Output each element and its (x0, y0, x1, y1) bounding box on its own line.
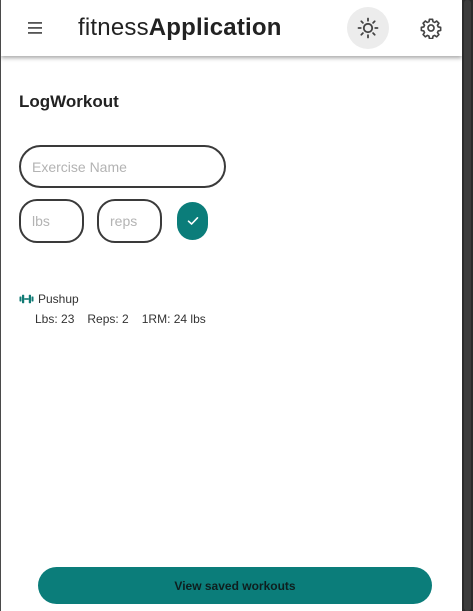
workout-stats: Lbs: 23 Reps: 2 1RM: 24 lbs (35, 312, 219, 326)
app-title-bold: Application (148, 14, 282, 41)
workout-entry-header: Pushup (19, 291, 219, 307)
workout-reps: Reps: 2 (87, 312, 129, 326)
view-saved-workouts-button[interactable]: View saved workouts (38, 567, 432, 604)
sun-icon (357, 17, 379, 39)
exercise-name-input[interactable] (19, 145, 226, 188)
lbs-input[interactable] (19, 199, 84, 243)
app-bar: fitnessApplication (1, 0, 462, 56)
scrollbar-thumb[interactable] (464, 0, 471, 611)
workout-lbs: Lbs: 23 (35, 312, 75, 326)
menu-button[interactable] (23, 18, 47, 38)
workout-one-rm: 1RM: 24 lbs (141, 312, 206, 326)
theme-toggle-button[interactable] (347, 7, 389, 49)
page-title-bold: Workout (50, 92, 119, 111)
app-title: fitnessApplication (78, 14, 282, 42)
workout-list-item: Pushup Lbs: 23 Reps: 2 1RM: 24 lbs (19, 291, 219, 326)
settings-button[interactable] (419, 16, 443, 40)
page-title: LogWorkout (19, 92, 119, 112)
app-title-light: fitness (78, 14, 149, 41)
hamburger-menu-icon (28, 22, 42, 34)
page-title-light: Log (19, 92, 51, 111)
gear-icon (420, 18, 442, 39)
submit-workout-button[interactable] (177, 202, 208, 240)
dumbbell-icon (19, 294, 34, 304)
checkmark-icon (187, 216, 198, 225)
app-window: fitnessApplication LogWorkout Exercise N… (1, 0, 462, 611)
reps-input[interactable] (97, 199, 162, 243)
workout-name: Pushup (38, 292, 79, 306)
